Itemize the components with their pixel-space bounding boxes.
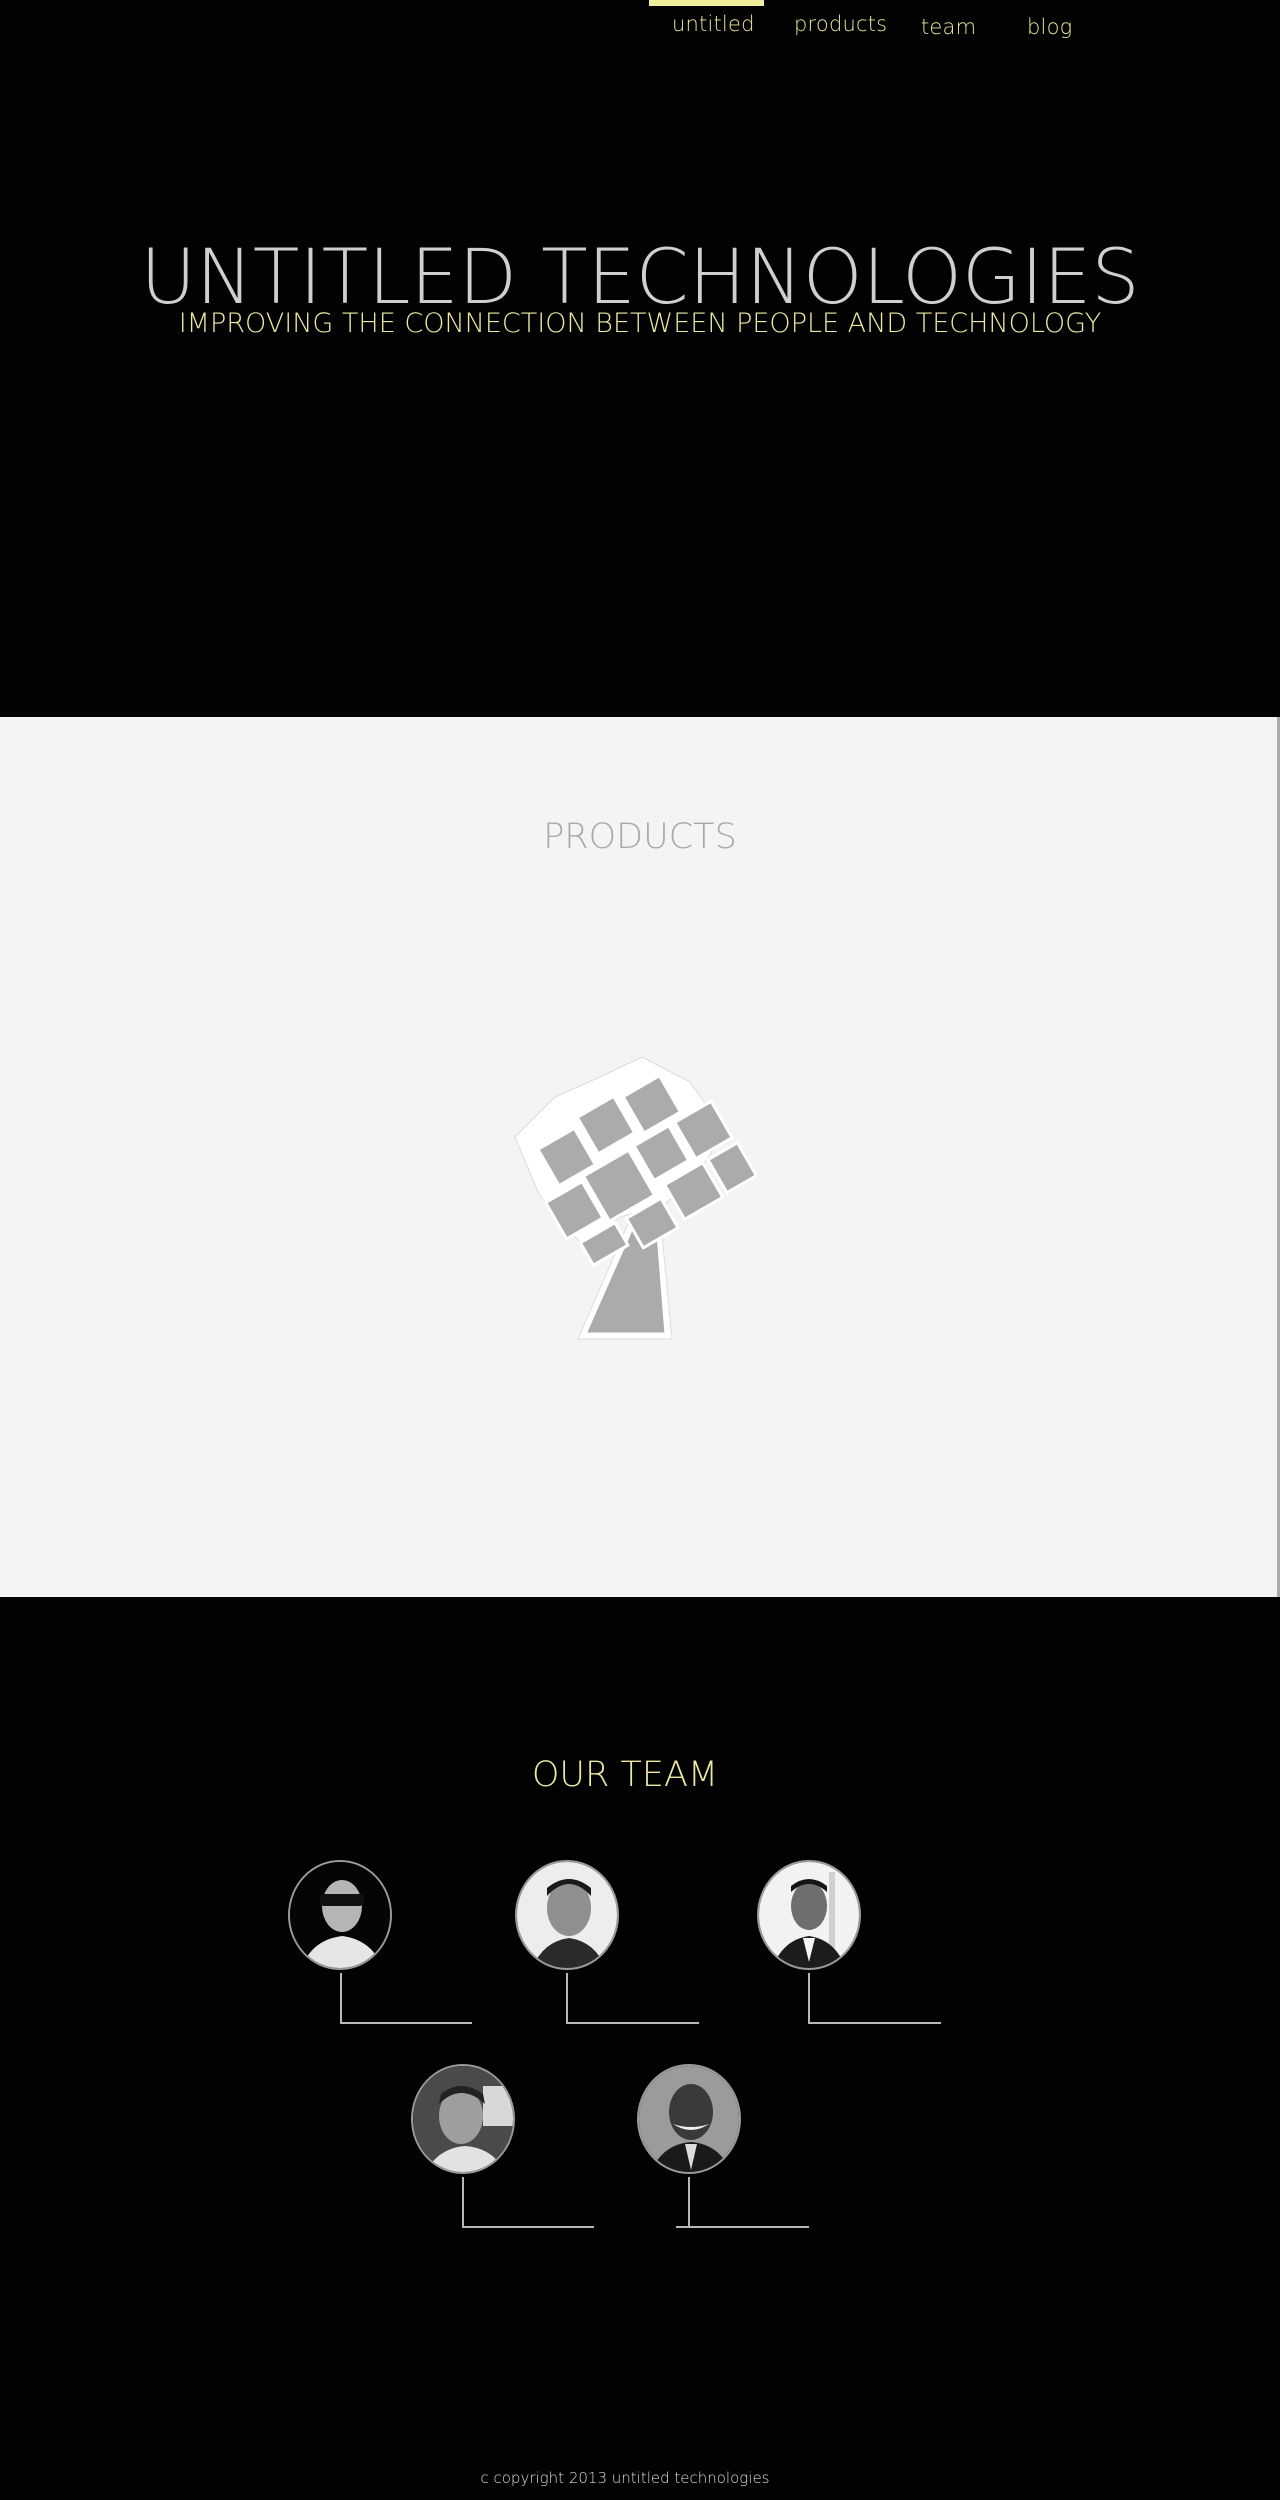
- connector-line: [566, 1973, 568, 2023]
- hero-subtitle: IMPROVING THE CONNECTION BETWEEN PEOPLE …: [178, 308, 1102, 339]
- products-section: PRODUCTS: [0, 717, 1280, 1597]
- team-member-avatar[interactable]: [637, 2064, 741, 2174]
- team-member-2-photo: [517, 1862, 617, 1968]
- connector-line: [688, 2177, 690, 2227]
- team-member-avatar[interactable]: [757, 1860, 861, 1970]
- connector-line: [808, 1973, 810, 2023]
- nav-item-team[interactable]: team: [921, 15, 976, 39]
- connector-line: [566, 2022, 699, 2024]
- team-member-5-photo: [639, 2066, 739, 2172]
- nav-item-untitled[interactable]: untitled: [672, 12, 755, 36]
- team-member-avatar[interactable]: [515, 1860, 619, 1970]
- connector-line: [462, 2226, 594, 2228]
- products-title: PRODUCTS: [543, 817, 737, 857]
- tree-logo-icon[interactable]: [500, 1042, 780, 1342]
- connector-line: [808, 2022, 941, 2024]
- connector-line: [340, 2022, 472, 2024]
- team-member-1-photo: [290, 1862, 390, 1968]
- nav-item-products[interactable]: products: [794, 12, 887, 36]
- team-title: OUR TEAM: [531, 1755, 719, 1795]
- team-member-avatar[interactable]: [411, 2064, 515, 2174]
- copyright-text: c copyright 2013 untitled technologies: [480, 2469, 770, 2487]
- nav-active-indicator: [649, 0, 764, 6]
- top-nav: untitled products team blog: [0, 0, 1280, 60]
- team-member-avatar[interactable]: [288, 1860, 392, 1970]
- team-member-3-photo: [759, 1862, 859, 1968]
- team-section: OUR TEAM: [0, 1597, 1280, 2500]
- nav-item-blog[interactable]: blog: [1027, 15, 1072, 39]
- team-member-4-photo: [413, 2066, 513, 2172]
- connector-line: [340, 1973, 342, 2023]
- hero-section: UNTITLED TECHNOLOGIES IMPROVING THE CONN…: [0, 0, 1280, 717]
- connector-line: [676, 2226, 809, 2228]
- connector-line: [462, 2177, 464, 2227]
